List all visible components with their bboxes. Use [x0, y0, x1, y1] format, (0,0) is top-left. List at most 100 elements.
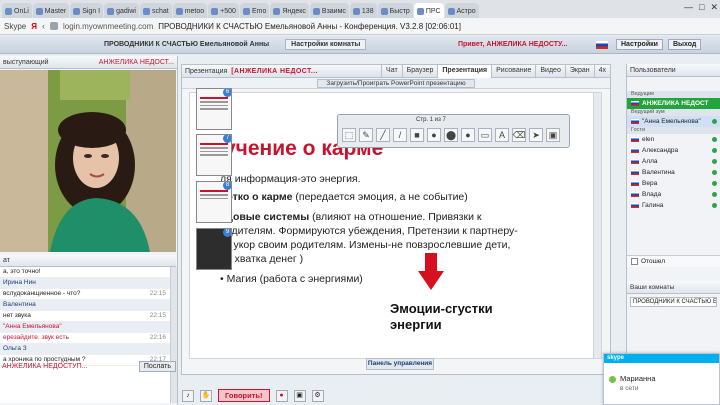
window-controls: — □ ✕: [684, 2, 718, 13]
tab-favicon-icon: [380, 8, 388, 15]
camera-icon[interactable]: ▣: [293, 389, 306, 402]
user-item[interactable]: Валентина: [627, 167, 720, 178]
chat-message: нет звука 22:15: [0, 311, 170, 322]
tab-favicon-icon: [107, 8, 115, 15]
browser-tab-active[interactable]: ПРС: [413, 3, 444, 18]
browser-tab[interactable]: Взаимс: [309, 3, 349, 18]
control-panel-button[interactable]: Панель управления: [366, 358, 434, 370]
url-text[interactable]: login.myownmeeting.com: [63, 22, 153, 31]
browser-tab[interactable]: Master: [32, 3, 70, 18]
room-settings-button[interactable]: Настройки комнаты: [285, 39, 367, 50]
tab-drawing[interactable]: Рисование: [491, 65, 535, 78]
russian-flag-icon[interactable]: [596, 41, 608, 49]
flag-icon: [631, 170, 639, 175]
user-item[interactable]: Алла: [627, 156, 720, 167]
settings-icon[interactable]: ⚙: [311, 389, 324, 402]
eraser-icon[interactable]: ⌫: [512, 128, 526, 142]
load-presentation-button[interactable]: Загрузить/Проиграть PowerPoint презентац…: [317, 78, 475, 88]
rectangle-icon[interactable]: ■: [410, 128, 424, 142]
maximize-button[interactable]: □: [699, 2, 704, 13]
browser-tab[interactable]: gadiwi: [104, 3, 139, 18]
pencil-icon[interactable]: ✎: [359, 128, 373, 142]
browser-tab[interactable]: metoo: [172, 3, 208, 18]
exit-button[interactable]: Выход: [668, 39, 702, 50]
online-status-icon: [609, 376, 616, 383]
circle-icon[interactable]: ●: [427, 128, 441, 142]
chat-header: ат: [0, 255, 176, 267]
tab-presentation[interactable]: Презентация: [437, 65, 492, 78]
send-button[interactable]: Послать: [138, 360, 176, 372]
chat-recipient[interactable]: АНЖЕЛИКА НЕДОСТУП...: [2, 363, 136, 370]
brush-icon[interactable]: ╱: [376, 128, 390, 142]
address-bar: Skype Я ‹ login.myownmeeting.com ПРОВОДН…: [0, 18, 720, 35]
tab-screen[interactable]: Экран: [564, 65, 594, 78]
tab-4x[interactable]: 4x: [593, 65, 610, 78]
slide-thumbnail[interactable]: 7: [196, 134, 232, 176]
yandex-icon[interactable]: Я: [31, 22, 37, 31]
browser-tab[interactable]: Sign I: [70, 3, 104, 18]
slide-emotions-text: Эмоции-сгустки энергии: [390, 301, 493, 332]
user-item[interactable]: АНЖЕЛИКА НЕДОСТ: [627, 98, 720, 109]
tab-favicon-icon: [416, 8, 424, 15]
tab-video[interactable]: Видео: [535, 65, 564, 78]
user-item[interactable]: elen: [627, 134, 720, 145]
chat-author: "Анна Емельянова": [0, 322, 170, 333]
away-checkbox[interactable]: [631, 258, 638, 265]
browser-tab[interactable]: Астро: [444, 3, 479, 18]
close-button[interactable]: ✕: [710, 2, 718, 13]
flag-icon: [631, 119, 639, 124]
browser-tab-strip: OnLi Master Sign I gadiwi schat metoo +5…: [0, 0, 720, 18]
browser-tab[interactable]: Emo: [239, 3, 270, 18]
record-icon[interactable]: ●: [275, 389, 288, 402]
online-status-icon: [712, 192, 717, 197]
users-panel-header: Пользователи: [627, 64, 720, 77]
down-arrow-icon: [418, 253, 444, 290]
hand-icon[interactable]: ✋: [200, 389, 212, 402]
slide-thumbnail[interactable]: 6: [196, 88, 232, 130]
drawing-toolbar: Стр. 1 из 7 ⬚ ✎ ╱ / ■ ● ⬤ ● ▭ A ⌫ ➤ ▣: [337, 114, 570, 148]
online-status-icon: [712, 181, 717, 186]
slide-line: ротко о карме (передается эмоция, а не с…: [220, 191, 468, 203]
filled-circle-icon[interactable]: ●: [461, 128, 475, 142]
skype-brand: skype: [604, 354, 719, 363]
tab-favicon-icon: [352, 8, 360, 15]
minimize-button[interactable]: —: [684, 2, 693, 13]
browser-tab[interactable]: 138: [349, 3, 377, 18]
user-item[interactable]: Вера: [627, 178, 720, 189]
highlighter-icon[interactable]: ▭: [478, 128, 492, 142]
chat-title: ат: [3, 257, 10, 264]
slide-thumbnail[interactable]: 8: [196, 181, 232, 223]
back-icon[interactable]: ‹: [42, 21, 45, 31]
user-item[interactable]: Александра: [627, 145, 720, 156]
user-item[interactable]: "Анна Емельянова": [627, 116, 720, 127]
browser-tab[interactable]: Быстр: [377, 3, 413, 18]
browser-tab[interactable]: OnLi: [2, 3, 32, 18]
slide-scrollbar[interactable]: [593, 93, 601, 358]
text-tool-icon[interactable]: A: [495, 128, 509, 142]
browser-tab[interactable]: Яндекс: [270, 3, 309, 18]
group-label: Ведущий зум: [627, 109, 720, 116]
slide-thumbnail[interactable]: 9: [196, 228, 232, 270]
user-item[interactable]: Галина: [627, 200, 720, 211]
pointer-icon[interactable]: ➤: [529, 128, 543, 142]
speak-button[interactable]: Говорить!: [218, 389, 270, 402]
browser-tab[interactable]: schat: [139, 3, 172, 18]
user-item[interactable]: Влада: [627, 189, 720, 200]
chat-time: 22:16: [149, 334, 166, 341]
chat-scrollbar[interactable]: [170, 267, 177, 403]
tab-chat[interactable]: Чат: [381, 65, 402, 78]
skype-notification[interactable]: skype Марианна в сети: [603, 353, 720, 405]
tab-browser[interactable]: Браузер: [401, 65, 438, 78]
ellipse-icon[interactable]: ⬤: [444, 128, 458, 142]
line-icon[interactable]: /: [393, 128, 407, 142]
flag-icon: [631, 137, 639, 142]
browser-tab[interactable]: +500: [208, 3, 239, 18]
room-link[interactable]: ПРОВОДНИКИ К СЧАСТЬЮ Е: [630, 297, 717, 307]
speaker-icon[interactable]: ♪: [182, 389, 194, 402]
select-tool-icon[interactable]: ⬚: [342, 128, 356, 142]
settings-button[interactable]: Настройки: [616, 39, 663, 50]
flag-icon: [631, 192, 639, 197]
away-toggle[interactable]: Отошел: [627, 255, 720, 267]
screenshot-icon[interactable]: ▣: [546, 128, 560, 142]
users-panel: Пользователи Ведущие АНЖЕЛИКА НЕДОСТ Вед…: [626, 64, 720, 375]
